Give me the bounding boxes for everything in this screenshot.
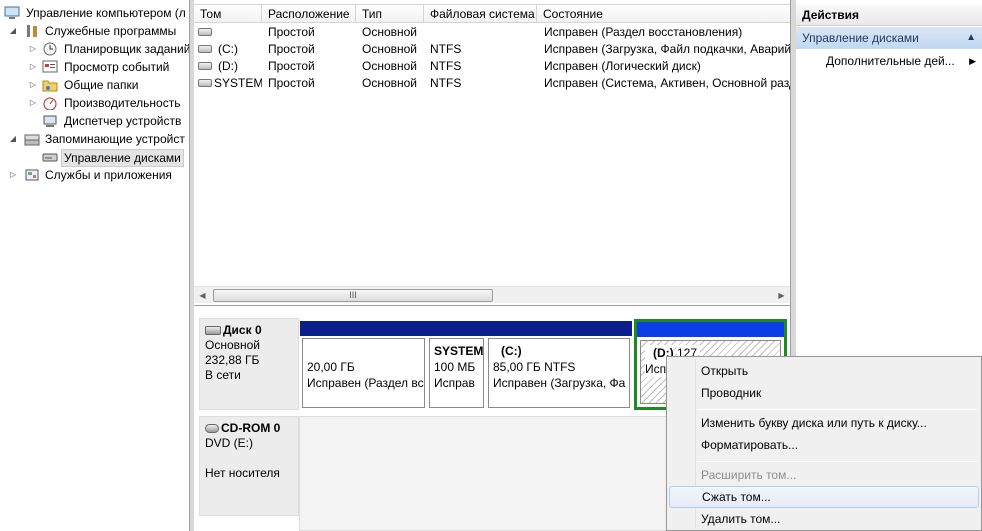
scroll-left-icon[interactable]: ◀ [194, 287, 211, 304]
actions-section-disk-management[interactable]: Управление дисками ▲ [796, 27, 982, 49]
tree-item-performance[interactable]: ▷ Производительность [2, 94, 189, 112]
list-header: Том Расположение Тип Файловая система Со… [194, 4, 790, 23]
event-viewer-icon [42, 60, 58, 74]
column-header-type[interactable]: Тип [356, 5, 424, 23]
tree-item-shared-folders[interactable]: ▷ Общие папки [2, 76, 189, 94]
collapse-up-icon[interactable]: ▲ [966, 27, 976, 49]
partition-bar [637, 322, 784, 337]
cdrom-icon [205, 424, 219, 433]
menu-item-shrink-volume[interactable]: Сжать том... [669, 486, 979, 508]
cdrom-label[interactable]: CD-ROM 0 DVD (E:) Нет носителя [199, 416, 299, 516]
disk-management-icon [42, 150, 58, 164]
device-manager-icon [42, 114, 58, 128]
disk0-label[interactable]: Диск 0 Основной 232,88 ГБ В сети [199, 318, 299, 410]
partition-bar [486, 321, 632, 336]
partition-c[interactable]: (C:) 85,00 ГБ NTFS Исправен (Загрузка, Ф… [486, 321, 632, 408]
performance-icon [42, 96, 58, 111]
submenu-arrow-icon: ▶ [969, 56, 976, 66]
expand-arrow-icon[interactable]: ▷ [28, 94, 38, 112]
expand-arrow-icon[interactable]: ▷ [8, 166, 18, 184]
tools-icon [24, 24, 40, 38]
volume-icon [198, 62, 212, 70]
menu-item-open[interactable]: Открыть [669, 360, 979, 382]
partition-bar [427, 321, 486, 336]
hard-disk-icon [205, 326, 221, 335]
volume-icon [198, 28, 212, 36]
more-actions-item[interactable]: Дополнительные дей... ▶ [826, 51, 976, 71]
menu-separator [697, 461, 977, 462]
volume-list: Том Расположение Тип Файловая система Со… [194, 0, 790, 306]
expand-arrow-icon[interactable]: ▷ [28, 40, 38, 58]
volume-icon [198, 45, 212, 53]
menu-item-change-drive-letter[interactable]: Изменить букву диска или путь к диску... [669, 412, 979, 434]
tree-item-storage[interactable]: ◢ Запоминающие устройст [2, 130, 189, 148]
tree-item-device-manager[interactable]: Диспетчер устройств [2, 112, 189, 130]
scrollbar-thumb[interactable]: III [213, 289, 493, 302]
tree-item-task-scheduler[interactable]: ▷ Планировщик заданий [2, 40, 189, 58]
context-menu: Открыть Проводник Изменить букву диска и… [666, 356, 982, 531]
scroll-right-icon[interactable]: ▶ [773, 287, 790, 304]
menu-item-delete-volume[interactable]: Удалить том... [669, 508, 979, 530]
partition-recovery[interactable]: 20,00 ГБ Исправен (Раздел вс [300, 321, 427, 408]
shared-folder-icon [42, 78, 58, 92]
partition-bar [300, 321, 427, 336]
storage-icon [24, 132, 40, 146]
table-row[interactable]: Простой Основной Исправен (Раздел восста… [194, 24, 790, 41]
column-header-location[interactable]: Расположение [262, 5, 356, 23]
table-row[interactable]: (C:) Простой Основной NTFS Исправен (Заг… [194, 41, 790, 58]
table-row[interactable]: (D:) Простой Основной NTFS Исправен (Лог… [194, 58, 790, 75]
column-header-filesystem[interactable]: Файловая система [424, 5, 537, 23]
tree-item-disk-management[interactable]: Управление дисками [2, 148, 189, 167]
menu-item-explorer[interactable]: Проводник [669, 382, 979, 404]
column-header-status[interactable]: Состояние [537, 5, 790, 23]
tree-item-system-tools[interactable]: ◢ Служебные программы [2, 22, 189, 40]
horizontal-scrollbar[interactable]: ◀ III ▶ [194, 286, 790, 303]
computer-management-icon [4, 6, 20, 20]
collapse-arrow-icon[interactable]: ◢ [8, 22, 18, 40]
tree-item-event-viewer[interactable]: ▷ Просмотр событий [2, 58, 189, 76]
expand-arrow-icon[interactable]: ▷ [28, 76, 38, 94]
menu-separator [697, 409, 977, 410]
tree-item-computer-management[interactable]: Управление компьютером (л [2, 4, 189, 22]
actions-title: Действия [796, 4, 982, 26]
services-icon [24, 168, 40, 182]
expand-arrow-icon[interactable]: ▷ [28, 58, 38, 76]
table-row[interactable]: SYSTEM Простой Основной NTFS Исправен (С… [194, 75, 790, 92]
volume-icon [198, 79, 212, 87]
tree-item-services[interactable]: ▷ Службы и приложения [2, 166, 189, 184]
column-header-volume[interactable]: Том [194, 5, 262, 23]
navigation-tree: Управление компьютером (л ◢ Служебные пр… [0, 0, 190, 531]
menu-item-format[interactable]: Форматировать... [669, 434, 979, 456]
partition-system[interactable]: SYSTEM 100 МБ Исправ [427, 321, 486, 408]
collapse-arrow-icon[interactable]: ◢ [8, 130, 18, 148]
clock-icon [42, 42, 58, 56]
menu-item-extend-volume: Расширить том... [701, 468, 797, 482]
